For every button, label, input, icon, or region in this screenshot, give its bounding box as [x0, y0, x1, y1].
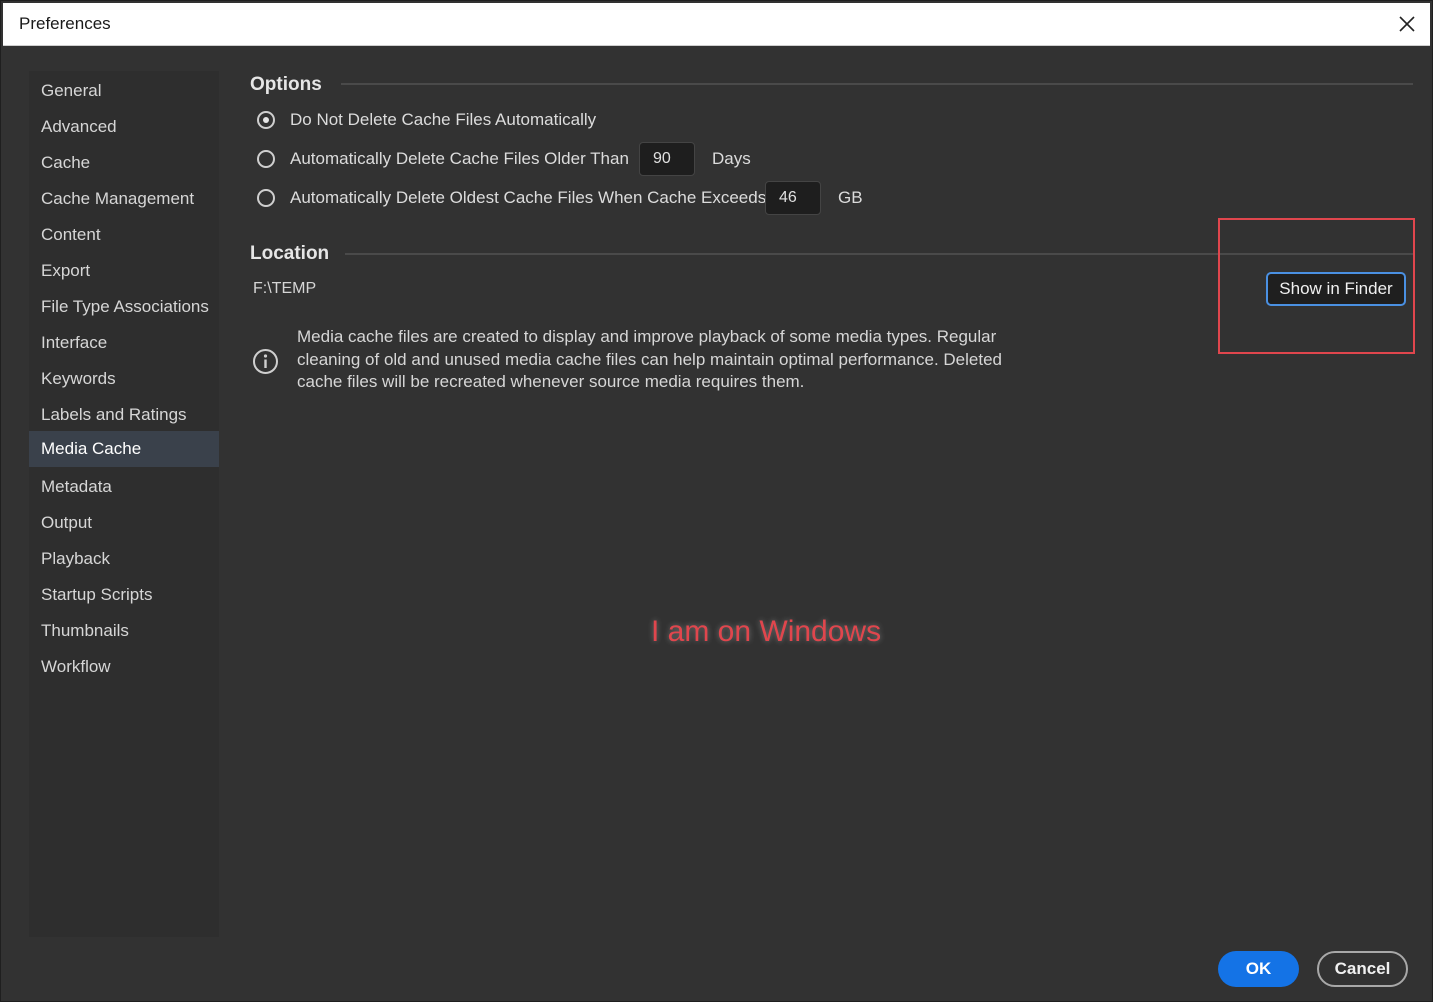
sidebar-item-advanced[interactable]: Advanced: [29, 109, 219, 145]
location-heading: Location: [250, 243, 330, 264]
sidebar-item-media-cache[interactable]: Media Cache: [29, 431, 219, 467]
sidebar-item-general[interactable]: General: [29, 73, 219, 109]
radio-no-delete[interactable]: [257, 111, 275, 129]
media-cache-info-text: Media cache files are created to display…: [297, 327, 1002, 391]
radio-older-than[interactable]: [257, 150, 275, 168]
sidebar-item-startup-scripts[interactable]: Startup Scripts: [29, 577, 219, 613]
annotation-text: I am on Windows: [651, 615, 882, 648]
cancel-button[interactable]: Cancel: [1317, 951, 1408, 987]
radio-label-exceeds: Automatically Delete Oldest Cache Files …: [290, 188, 767, 207]
radio-label-older-than: Automatically Delete Cache Files Older T…: [290, 149, 629, 168]
days-input[interactable]: 90: [639, 142, 695, 176]
sidebar-item-file-type-associations[interactable]: File Type Associations: [29, 289, 219, 325]
sidebar-item-content[interactable]: Content: [29, 217, 219, 253]
title-bar: Preferences: [3, 3, 1430, 46]
dialog-title: Preferences: [19, 14, 111, 33]
sidebar-item-cache-management[interactable]: Cache Management: [29, 181, 219, 217]
sidebar-item-interface[interactable]: Interface: [29, 325, 219, 361]
close-icon: [1399, 16, 1415, 32]
options-heading: Options: [250, 74, 322, 95]
ok-button[interactable]: OK: [1218, 951, 1299, 987]
radio-row-older-than[interactable]: Automatically Delete Cache Files Older T…: [257, 144, 629, 174]
cache-location-path: F:\TEMP: [253, 280, 317, 297]
close-button[interactable]: [1392, 9, 1422, 39]
gb-input[interactable]: 46: [765, 181, 821, 215]
info-icon: [253, 349, 278, 374]
radio-label-no-delete: Do Not Delete Cache Files Automatically: [290, 110, 597, 129]
radio-exceeds[interactable]: [257, 189, 275, 207]
sidebar-item-output[interactable]: Output: [29, 505, 219, 541]
gb-unit-label: GB: [838, 188, 863, 207]
radio-row-exceeds[interactable]: Automatically Delete Oldest Cache Files …: [257, 183, 766, 213]
options-divider: [341, 83, 1413, 85]
sidebar-item-labels-and-ratings[interactable]: Labels and Ratings: [29, 397, 219, 433]
preferences-sidebar: General Advanced Cache Cache Management …: [29, 71, 219, 937]
sidebar-item-metadata[interactable]: Metadata: [29, 469, 219, 505]
sidebar-item-playback[interactable]: Playback: [29, 541, 219, 577]
sidebar-item-cache[interactable]: Cache: [29, 145, 219, 181]
sidebar-item-workflow[interactable]: Workflow: [29, 649, 219, 685]
radio-row-no-delete[interactable]: Do Not Delete Cache Files Automatically: [257, 105, 596, 135]
show-in-finder-button[interactable]: Show in Finder: [1266, 272, 1406, 306]
preferences-dialog: Preferences General Advanced Cache Cache…: [0, 0, 1433, 1002]
sidebar-item-thumbnails[interactable]: Thumbnails: [29, 613, 219, 649]
sidebar-item-export[interactable]: Export: [29, 253, 219, 289]
sidebar-item-keywords[interactable]: Keywords: [29, 361, 219, 397]
days-unit-label: Days: [712, 149, 751, 168]
